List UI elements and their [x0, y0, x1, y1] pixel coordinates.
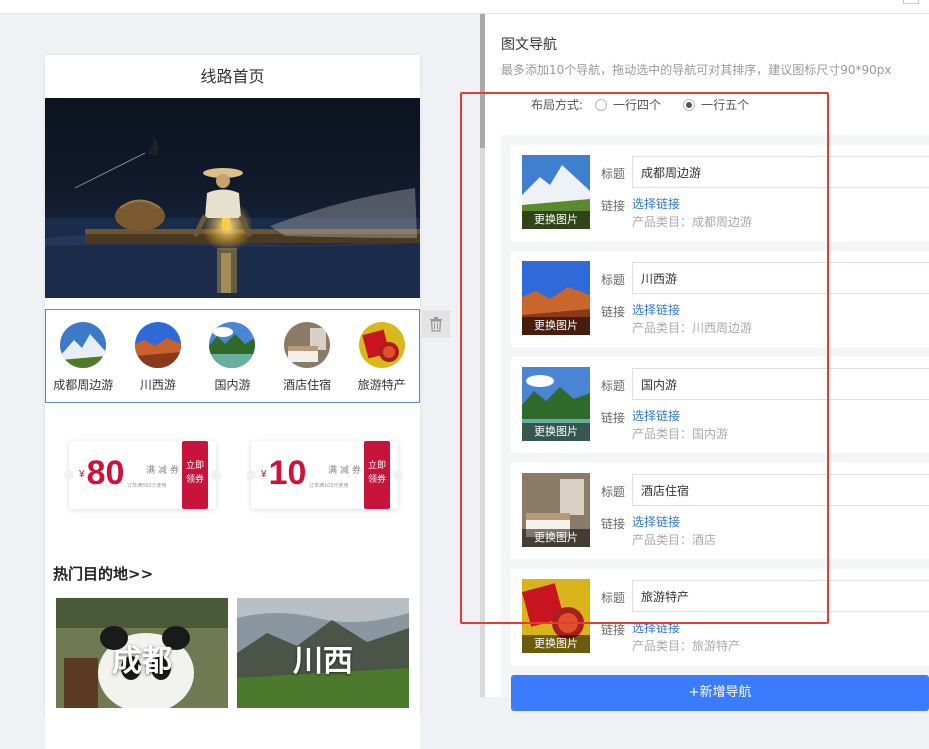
destination-city: 川西 [293, 644, 353, 679]
delete-module-button[interactable] [422, 310, 450, 338]
top-bar [0, 0, 929, 14]
nav-item-chengdu[interactable]: 成都周边游 [48, 322, 118, 402]
fisherman-scene-image [45, 98, 420, 298]
coupon-type: 满减券 [146, 466, 183, 476]
nav-icon-mountain [60, 322, 107, 368]
coupon-card[interactable]: ¥10 满减券 订单满100元使用 立即领券 [246, 441, 403, 509]
destination-card[interactable]: 成都 [56, 598, 228, 708]
add-nav-button[interactable]: +新增导航 [511, 675, 929, 711]
title-label: 标题 [601, 591, 626, 605]
coupon-notch [211, 470, 221, 480]
destination-city: 成都 [112, 644, 172, 679]
radio-label-four[interactable]: 一行四个 [613, 96, 661, 113]
link-label: 链接 [601, 623, 626, 637]
radio-label-five[interactable]: 一行五个 [701, 96, 749, 113]
product-category: 产品类目：成都周边游 [632, 215, 753, 229]
nav-item-label: 川西游 [139, 378, 176, 392]
title-label: 标题 [601, 273, 626, 287]
graphic-nav-strip[interactable]: 成都周边游 川西游 国内游 酒店住宿 旅游特产 [45, 309, 420, 403]
replace-image-button[interactable]: 更换图片 [522, 211, 590, 229]
nav-item-label: 旅游特产 [357, 378, 406, 392]
replace-image-button[interactable]: 更换图片 [522, 317, 590, 335]
title-label: 标题 [601, 167, 626, 181]
nav-item-specialty[interactable]: 旅游特产 [347, 322, 417, 402]
window-corner [903, 0, 919, 4]
nav-icon-room [284, 322, 331, 368]
replace-image-button[interactable]: 更换图片 [522, 635, 590, 653]
nav-config-item[interactable]: 更换图片 标题 链接 选择链接 产品类目：成都周边游 [511, 145, 929, 241]
coupon-card[interactable]: ¥80 满减券 订单满500元使用 立即领券 [64, 441, 221, 509]
nav-item-label: 酒店住宿 [283, 378, 332, 392]
nav-icon-canyon [134, 322, 181, 368]
title-input[interactable] [632, 368, 929, 400]
nav-item-chuanxi[interactable]: 川西游 [123, 322, 193, 402]
radio-four-per-row[interactable] [595, 98, 608, 111]
product-category: 产品类目：川西周边游 [632, 321, 753, 335]
coupon-condition: 订单满100元使用 [309, 483, 349, 489]
claim-coupon-button[interactable]: 立即领券 [364, 441, 390, 509]
panel-title: 图文导航 [501, 37, 557, 53]
item-thumbnail[interactable]: 更换图片 [522, 261, 590, 335]
nav-icon-lake [209, 322, 256, 368]
coupon-amount: ¥80 [79, 454, 125, 492]
product-category: 产品类目：旅游特产 [632, 639, 741, 653]
layout-selector: 布局方式: 一行四个 一行五个 [531, 96, 749, 113]
claim-coupon-button[interactable]: 立即领券 [182, 441, 208, 509]
choose-link-button[interactable]: 选择链接 [632, 407, 680, 424]
link-label: 链接 [601, 199, 626, 213]
layout-label: 布局方式: [531, 98, 584, 112]
hot-destinations-title[interactable]: 热门目的地>> [53, 563, 153, 584]
nav-item-label: 成都周边游 [53, 378, 114, 392]
link-label: 链接 [601, 305, 626, 319]
product-category: 产品类目：国内游 [632, 427, 729, 441]
title-input[interactable] [632, 580, 929, 612]
coupon-type: 满减券 [328, 466, 365, 476]
title-input[interactable] [632, 262, 929, 294]
nav-item-hotel[interactable]: 酒店住宿 [272, 322, 342, 402]
banner-image[interactable] [45, 98, 420, 298]
coupon-amount: ¥10 [261, 454, 307, 492]
title-input[interactable] [632, 474, 929, 506]
item-thumbnail[interactable]: 更换图片 [522, 367, 590, 441]
choose-link-button[interactable]: 选择链接 [632, 619, 680, 636]
item-thumbnail[interactable]: 更换图片 [522, 473, 590, 547]
coupon-condition: 订单满500元使用 [127, 483, 167, 489]
nav-config-item[interactable]: 更换图片 标题 链接 选择链接 产品类目：酒店 [511, 463, 929, 559]
nav-icon-food [358, 322, 405, 368]
destination-card[interactable]: 川西 [237, 598, 409, 708]
settings-panel: 图文导航 最多添加10个导航，拖动选中的导航可对其排序，建议图标尺寸90*90p… [485, 14, 929, 711]
trash-icon [430, 317, 442, 332]
choose-link-button[interactable]: 选择链接 [632, 301, 680, 318]
item-thumbnail[interactable]: 更换图片 [522, 155, 590, 229]
coupon-notch [393, 470, 403, 480]
panel-hint: 最多添加10个导航，拖动选中的导航可对其排序，建议图标尺寸90*90px [501, 63, 892, 77]
page-title: 线路首页 [45, 55, 420, 98]
coupon-section: ¥80 满减券 订单满500元使用 立即领券 ¥10 满减券 订单满100元使用… [45, 411, 420, 539]
choose-link-button[interactable]: 选择链接 [632, 195, 680, 212]
title-label: 标题 [601, 379, 626, 393]
nav-item-domestic[interactable]: 国内游 [197, 322, 267, 402]
coupon-notch [64, 470, 74, 480]
hot-destinations-section: 热门目的地>> 成都 川西 [45, 549, 420, 749]
nav-config-item[interactable]: 更换图片 标题 链接 选择链接 产品类目：川西周边游 [511, 251, 929, 347]
coupon-notch [246, 470, 256, 480]
title-input[interactable] [632, 156, 929, 188]
product-category: 产品类目：酒店 [632, 533, 717, 547]
nav-item-label: 国内游 [214, 378, 251, 392]
replace-image-button[interactable]: 更换图片 [522, 529, 590, 547]
item-thumbnail[interactable]: 更换图片 [522, 579, 590, 653]
choose-link-button[interactable]: 选择链接 [632, 513, 680, 530]
nav-config-item[interactable]: 更换图片 标题 链接 选择链接 产品类目：国内游 [511, 357, 929, 453]
link-label: 链接 [601, 411, 626, 425]
nav-config-item[interactable]: 更换图片 标题 链接 选择链接 产品类目：旅游特产 [511, 569, 929, 665]
phone-preview: 线路首页 成都周边游 川西游 国内游 酒店住宿 旅游特产 ¥80 满减券 订单满… [45, 55, 420, 749]
radio-five-per-row[interactable] [683, 98, 696, 111]
replace-image-button[interactable]: 更换图片 [522, 423, 590, 441]
title-label: 标题 [601, 485, 626, 499]
link-label: 链接 [601, 517, 626, 531]
